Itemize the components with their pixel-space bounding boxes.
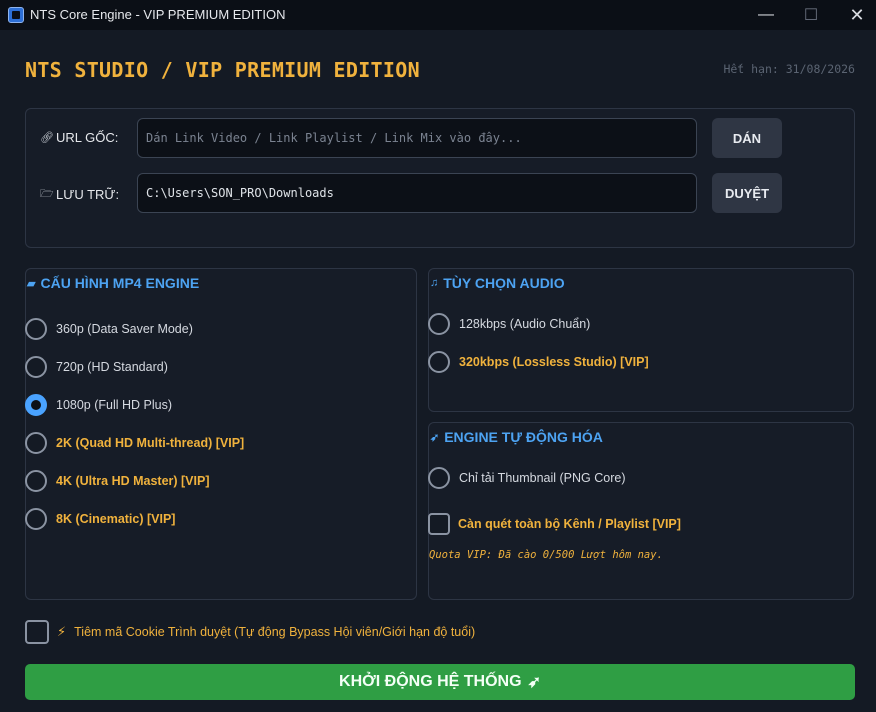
engine-title-text: ENGINE TỰ ĐỘNG HÓA (444, 429, 603, 445)
cookie-label: Tiêm mã Cookie Trình duyệt (Tự động Bypa… (74, 625, 476, 639)
radio-720p[interactable]: 720p (HD Standard) (25, 356, 168, 378)
radio-8k[interactable]: 8K (Cinematic) [VIP] (25, 508, 175, 530)
link-icon: 🔗︎ (40, 132, 54, 144)
radio-label: 128kbps (Audio Chuẩn) (459, 317, 591, 331)
radio-label: 360p (Data Saver Mode) (56, 322, 193, 336)
radio-dot[interactable] (25, 394, 47, 416)
cookie-inject-checkbox[interactable]: ⚡︎ Tiêm mã Cookie Trình duyệt (Tự động B… (25, 620, 475, 644)
scan-channel-checkbox[interactable]: Càn quét toàn bộ Kênh / Playlist [VIP] (428, 513, 681, 535)
minimize-button[interactable]: — (743, 0, 789, 30)
radio-dot[interactable] (428, 313, 450, 335)
mp4-section-title: ▰ CẤU HÌNH MP4 ENGINE (27, 275, 199, 291)
radio-320kbps[interactable]: 320kbps (Lossless Studio) [VIP] (428, 351, 649, 373)
save-label-text: LƯU TRỮ: (56, 187, 120, 202)
window-title: NTS Core Engine - VIP PREMIUM EDITION (30, 7, 286, 22)
checkbox-box[interactable] (428, 513, 450, 535)
music-note-icon: ♫ (430, 277, 439, 289)
checkbox-label: Càn quét toàn bộ Kênh / Playlist [VIP] (458, 517, 681, 531)
start-system-button[interactable]: KHỞI ĐỘNG HỆ THỐNG ➶ (25, 664, 855, 700)
save-path-input[interactable]: C:\Users\SON_PRO\Downloads (137, 173, 697, 213)
engine-section-title: ➶ ENGINE TỰ ĐỘNG HÓA (430, 429, 603, 445)
expiry-date: Hết hạn: 31/08/2026 (723, 62, 855, 76)
rocket-icon: ➶ (430, 431, 440, 444)
radio-dot[interactable] (428, 467, 450, 489)
save-label: 🗁 LƯU TRỮ: (40, 185, 119, 204)
automation-engine-panel (428, 422, 854, 600)
radio-dot[interactable] (428, 351, 450, 373)
clapperboard-icon: ▰ (27, 277, 36, 290)
url-label-text: URL GỐC: (56, 130, 119, 145)
checkbox-box[interactable] (25, 620, 49, 644)
radio-1080p[interactable]: 1080p (Full HD Plus) (25, 394, 172, 416)
audio-section-title: ♫ TÙY CHỌN AUDIO (430, 275, 565, 291)
app-logo-icon (8, 7, 24, 23)
page-title: NTS STUDIO / VIP PREMIUM EDITION (25, 58, 420, 82)
radio-128kbps[interactable]: 128kbps (Audio Chuẩn) (428, 313, 590, 335)
maximize-button[interactable]: ☐ (788, 0, 834, 30)
radio-dot[interactable] (25, 470, 47, 492)
rocket-icon: ➶ (527, 674, 541, 691)
quota-status: Quota VIP: Đã cào 0/500 Lượt hôm nay. (429, 549, 663, 561)
radio-dot[interactable] (25, 318, 47, 340)
start-label: KHỞI ĐỘNG HỆ THỐNG (339, 673, 522, 690)
browse-button[interactable]: DUYỆT (712, 173, 782, 213)
url-label: 🔗︎ URL GỐC: (40, 130, 118, 145)
folder-icon: 🗁 (40, 188, 54, 200)
radio-label: 320kbps (Lossless Studio) [VIP] (459, 355, 649, 369)
radio-dot[interactable] (25, 508, 47, 530)
radio-dot[interactable] (25, 356, 47, 378)
url-input[interactable]: Dán Link Video / Link Playlist / Link Mi… (137, 118, 697, 158)
radio-label: 2K (Quad HD Multi-thread) [VIP] (56, 436, 245, 450)
audio-title-text: TÙY CHỌN AUDIO (443, 275, 565, 291)
radio-thumbnail-only[interactable]: Chỉ tải Thumbnail (PNG Core) (428, 467, 626, 489)
radio-label: Chỉ tải Thumbnail (PNG Core) (459, 471, 626, 485)
radio-label: 8K (Cinematic) [VIP] (56, 512, 176, 526)
radio-4k[interactable]: 4K (Ultra HD Master) [VIP] (25, 470, 210, 492)
mp4-title-text: CẤU HÌNH MP4 ENGINE (40, 275, 200, 291)
title-bar: NTS Core Engine - VIP PREMIUM EDITION — … (0, 0, 876, 30)
radio-label: 4K (Ultra HD Master) [VIP] (56, 474, 210, 488)
radio-dot[interactable] (25, 432, 47, 454)
close-button[interactable]: ✕ (834, 0, 876, 30)
paste-button[interactable]: DÁN (712, 118, 782, 158)
lightning-icon: ⚡︎ (57, 624, 67, 639)
radio-2k[interactable]: 2K (Quad HD Multi-thread) [VIP] (25, 432, 244, 454)
radio-360p[interactable]: 360p (Data Saver Mode) (25, 318, 193, 340)
radio-label: 1080p (Full HD Plus) (56, 398, 173, 412)
radio-label: 720p (HD Standard) (56, 360, 168, 374)
